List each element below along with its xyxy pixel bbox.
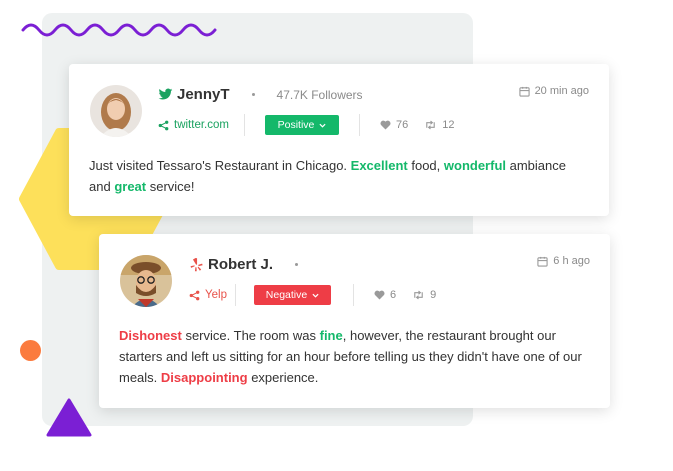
sentiment-label: Positive bbox=[277, 119, 315, 131]
likes-count: 76 bbox=[396, 119, 409, 131]
negative-keyword: Dishonest bbox=[119, 328, 182, 343]
retweet-icon bbox=[426, 120, 436, 130]
divider bbox=[359, 114, 360, 136]
source-link[interactable]: twitter.com bbox=[158, 119, 244, 131]
sentiment-label: Negative bbox=[265, 289, 308, 301]
twitter-icon bbox=[158, 87, 173, 102]
source-link[interactable]: Yelp bbox=[189, 289, 235, 301]
source-label: twitter.com bbox=[174, 119, 229, 131]
likes-stat: 6 bbox=[374, 289, 396, 301]
orange-dot-shape bbox=[20, 340, 41, 361]
time-label: 20 min ago bbox=[534, 85, 589, 97]
retweets-count: 9 bbox=[430, 289, 437, 301]
retweet-icon bbox=[414, 290, 423, 300]
positive-keyword: great bbox=[114, 179, 147, 194]
avatar bbox=[120, 255, 172, 307]
positive-keyword: Excellent bbox=[350, 158, 408, 173]
divider bbox=[353, 284, 354, 306]
review-text-segment: experience. bbox=[247, 370, 319, 385]
retweets-count: 12 bbox=[442, 119, 455, 131]
separator-dot bbox=[295, 263, 299, 266]
review-text-segment: food, bbox=[407, 158, 444, 173]
review-text-segment: service! bbox=[146, 179, 195, 194]
divider bbox=[235, 284, 236, 306]
followers-count: 47.7K Followers bbox=[276, 87, 363, 102]
calendar-icon bbox=[537, 256, 548, 267]
purple-squiggle-shape bbox=[21, 23, 217, 37]
review-text: Just visited Tessaro's Restaurant in Chi… bbox=[89, 155, 589, 197]
time-label: 6 h ago bbox=[553, 255, 590, 267]
chevron-down-icon bbox=[312, 293, 319, 298]
avatar bbox=[90, 85, 142, 137]
sentiment-dropdown[interactable]: Positive bbox=[265, 115, 339, 135]
review-text-segment: Just visited Tessaro's Restaurant in Chi… bbox=[89, 158, 351, 173]
likes-count: 6 bbox=[390, 289, 397, 301]
share-icon bbox=[158, 120, 169, 130]
chevron-down-icon bbox=[319, 123, 326, 128]
author-name[interactable]: Robert J. bbox=[208, 256, 273, 273]
separator-dot bbox=[251, 93, 255, 96]
yelp-icon bbox=[189, 257, 204, 272]
positive-keyword: wonderful bbox=[443, 158, 506, 173]
likes-stat: 76 bbox=[380, 119, 408, 131]
review-card: JennyT 47.7K Followers 20 min ago twitte… bbox=[69, 64, 609, 216]
retweets-stat: 12 bbox=[424, 119, 455, 131]
share-icon bbox=[189, 290, 200, 300]
calendar-icon bbox=[518, 86, 530, 97]
review-text: Dishonest service. The room was fine, ho… bbox=[119, 325, 594, 388]
sentiment-dropdown[interactable]: Negative bbox=[254, 285, 331, 305]
purple-triangle-shape bbox=[46, 398, 92, 437]
heart-icon bbox=[380, 120, 391, 130]
review-text-segment: service. The room was bbox=[181, 328, 320, 343]
review-time: 20 min ago bbox=[518, 85, 589, 97]
negative-keyword: Disappointing bbox=[160, 370, 248, 385]
source-label: Yelp bbox=[205, 289, 227, 301]
author-name[interactable]: JennyT bbox=[177, 86, 230, 103]
retweets-stat: 9 bbox=[412, 289, 436, 301]
heart-icon bbox=[374, 290, 385, 300]
divider bbox=[244, 114, 245, 136]
positive-keyword: fine bbox=[319, 328, 343, 343]
review-time: 6 h ago bbox=[537, 255, 590, 267]
review-card: Robert J. 6 h ago Yelp Negative 6 9 Dish… bbox=[99, 234, 610, 408]
